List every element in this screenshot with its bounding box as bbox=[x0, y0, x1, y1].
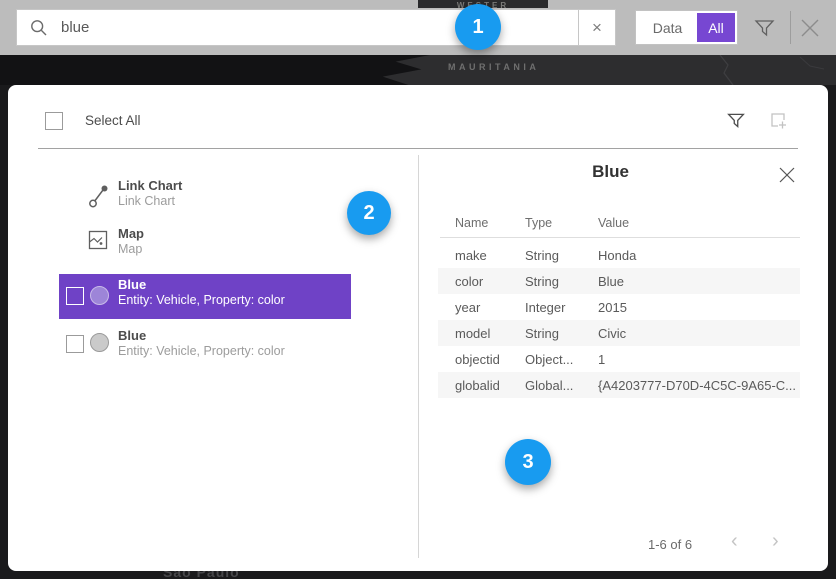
attr-type: String bbox=[525, 274, 598, 289]
add-selection-button[interactable] bbox=[768, 111, 788, 136]
background-map: MAURITANIA bbox=[0, 55, 836, 85]
pagination-next-button[interactable]: › bbox=[772, 530, 779, 553]
attr-value: Blue bbox=[598, 274, 800, 289]
table-row: objectid Object... 1 bbox=[438, 346, 800, 372]
column-header-value: Value bbox=[598, 216, 629, 230]
map-label-mauritania: MAURITANIA bbox=[448, 62, 539, 72]
table-row: year Integer 2015 bbox=[438, 294, 800, 320]
result-item-blue-subtitle: Entity: Vehicle, Property: color bbox=[118, 293, 285, 307]
attr-value: {A4203777-D70D-4C5C-9A65-C... bbox=[598, 378, 800, 393]
entity-circle-icon bbox=[90, 333, 109, 352]
link-chart-icon bbox=[88, 184, 111, 214]
column-header-type: Type bbox=[525, 216, 552, 230]
panel-filter-button[interactable] bbox=[726, 110, 746, 135]
result-item-link-chart[interactable]: Link Chart bbox=[118, 178, 182, 193]
toolbar-close-button[interactable] bbox=[798, 16, 822, 45]
item-checkbox[interactable] bbox=[66, 335, 84, 353]
app-window: WESTER blue × Data All MAURITANIA bbox=[0, 0, 836, 579]
result-item-link-chart-subtitle: Link Chart bbox=[118, 194, 175, 208]
select-all-checkbox[interactable] bbox=[45, 112, 63, 130]
scope-option-data[interactable]: Data bbox=[638, 20, 697, 36]
table-row: globalid Global... {A4203777-D70D-4C5C-9… bbox=[438, 372, 800, 398]
attr-name: model bbox=[438, 326, 525, 341]
search-query-text: blue bbox=[61, 19, 89, 36]
attr-name: globalid bbox=[438, 378, 525, 393]
attr-name: make bbox=[438, 248, 525, 263]
search-icon bbox=[30, 19, 48, 37]
clear-search-button[interactable]: × bbox=[578, 10, 615, 45]
map-landmass bbox=[0, 55, 430, 85]
close-icon bbox=[778, 166, 796, 184]
attr-value: 1 bbox=[598, 352, 800, 367]
annotation-badge-3: 3 bbox=[505, 439, 551, 485]
pagination-prev-button[interactable]: ‹ bbox=[731, 530, 738, 553]
result-item-blue2-subtitle: Entity: Vehicle, Property: color bbox=[118, 344, 285, 358]
chevron-left-icon: ‹ bbox=[731, 530, 738, 552]
table-row: model String Civic bbox=[438, 320, 800, 346]
detail-title: Blue bbox=[438, 162, 783, 182]
attr-type: Integer bbox=[525, 300, 598, 315]
item-checkbox[interactable] bbox=[66, 287, 84, 305]
search-input[interactable]: blue × bbox=[16, 9, 616, 46]
attr-type: String bbox=[525, 248, 598, 263]
attr-name: color bbox=[438, 274, 525, 289]
clear-icon: × bbox=[592, 18, 602, 38]
result-item-blue-title: Blue bbox=[118, 277, 146, 292]
entity-circle-icon bbox=[90, 286, 109, 305]
annotation-badge-1: 1 bbox=[455, 4, 501, 50]
select-all-label: Select All bbox=[85, 113, 141, 128]
attr-value: Civic bbox=[598, 326, 800, 341]
attr-value: 2015 bbox=[598, 300, 800, 315]
map-icon bbox=[88, 230, 108, 255]
table-header-divider bbox=[440, 237, 800, 238]
chevron-right-icon: › bbox=[772, 530, 779, 552]
attr-value: Honda bbox=[598, 248, 800, 263]
table-row: make String Honda bbox=[438, 242, 800, 268]
scope-option-all[interactable]: All bbox=[697, 13, 735, 42]
close-icon bbox=[798, 16, 822, 40]
list-detail-divider bbox=[418, 155, 419, 558]
annotation-badge-2: 2 bbox=[347, 191, 391, 235]
result-item-map[interactable]: Map bbox=[118, 226, 144, 241]
toolbar-divider bbox=[790, 11, 791, 44]
scope-toggle: Data All bbox=[635, 10, 738, 45]
panel-header-divider bbox=[38, 148, 798, 149]
attr-name: year bbox=[438, 300, 525, 315]
attr-name: objectid bbox=[438, 352, 525, 367]
column-header-name: Name bbox=[455, 216, 488, 230]
attr-type: Global... bbox=[525, 378, 598, 393]
attr-type: String bbox=[525, 326, 598, 341]
map-border-lines bbox=[600, 55, 836, 85]
filter-icon bbox=[753, 16, 776, 39]
search-results-panel: Select All Link Chart Link Chart bbox=[8, 85, 828, 571]
filter-icon bbox=[726, 110, 746, 130]
box-plus-icon bbox=[768, 111, 788, 131]
attr-type: Object... bbox=[525, 352, 598, 367]
result-item-map-subtitle: Map bbox=[118, 242, 142, 256]
pagination-range: 1-6 of 6 bbox=[648, 537, 692, 552]
table-row: color String Blue bbox=[438, 268, 800, 294]
result-item-blue2[interactable]: Blue bbox=[118, 328, 146, 343]
toolbar-filter-button[interactable] bbox=[753, 16, 776, 44]
detail-close-button[interactable] bbox=[778, 166, 796, 189]
